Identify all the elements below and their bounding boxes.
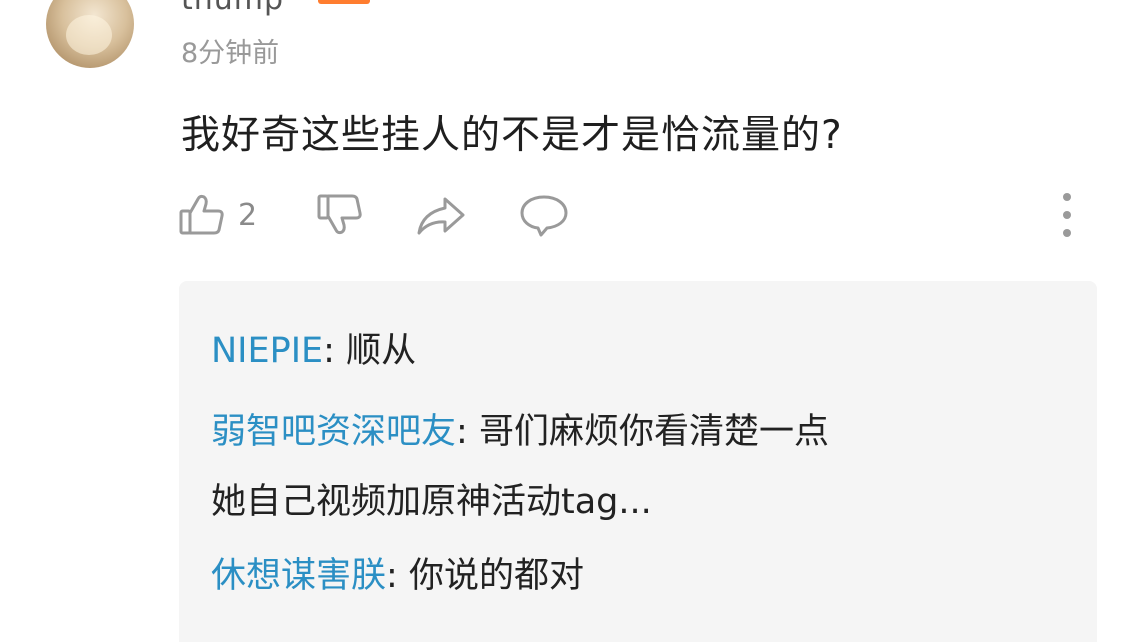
reply-author[interactable]: NIEPIE <box>211 331 323 371</box>
more-vertical-icon <box>1063 211 1071 219</box>
more-vertical-icon <box>1063 229 1071 237</box>
reply-separator: : <box>456 412 468 452</box>
reply-item[interactable]: 弱智吧资深吧友: 哥们麻烦你看清楚一点 <box>211 409 829 456</box>
level-badge <box>318 0 370 4</box>
thumbs-up-icon <box>178 191 226 239</box>
thumbs-down-icon <box>316 191 364 239</box>
share-button[interactable] <box>415 191 467 239</box>
reply-text: 顺从 <box>334 331 417 371</box>
reply-thread[interactable]: NIEPIE: 顺从 弱智吧资深吧友: 哥们麻烦你看清楚一点 她自己视频加原神活… <box>179 281 1097 642</box>
more-vertical-icon <box>1063 193 1071 201</box>
username[interactable]: thump <box>181 0 284 17</box>
more-options-button[interactable] <box>1052 193 1082 237</box>
comment-bubble-icon <box>519 191 569 239</box>
dislike-button[interactable] <box>316 191 364 239</box>
reply-author[interactable]: 弱智吧资深吧友 <box>211 412 456 452</box>
like-count: 2 <box>238 197 258 233</box>
avatar-highlight <box>66 15 112 55</box>
reply-text: 哥们麻烦你看清楚一点 <box>467 412 829 452</box>
comment-text: 我好奇这些挂人的不是才是恰流量的? <box>181 113 843 158</box>
avatar[interactable] <box>46 0 134 68</box>
reply-author[interactable]: 休想谋害朕 <box>211 556 386 596</box>
reply-text: 你说的都对 <box>397 556 584 596</box>
reply-item[interactable]: NIEPIE: 顺从 <box>211 328 416 375</box>
reply-text-continued: 她自己视频加原神活动tag... <box>211 482 652 522</box>
comment-actions: 2 <box>178 191 1078 239</box>
share-icon <box>415 191 467 239</box>
timestamp: 8分钟前 <box>181 38 280 69</box>
reply-separator: : <box>386 556 398 596</box>
reply-item[interactable]: 休想谋害朕: 你说的都对 <box>211 553 584 600</box>
comment-page: thump 8分钟前 我好奇这些挂人的不是才是恰流量的? 2 <box>0 0 1133 642</box>
reply-button[interactable] <box>519 191 569 239</box>
like-button[interactable]: 2 <box>178 191 257 239</box>
reply-separator: : <box>323 331 335 371</box>
